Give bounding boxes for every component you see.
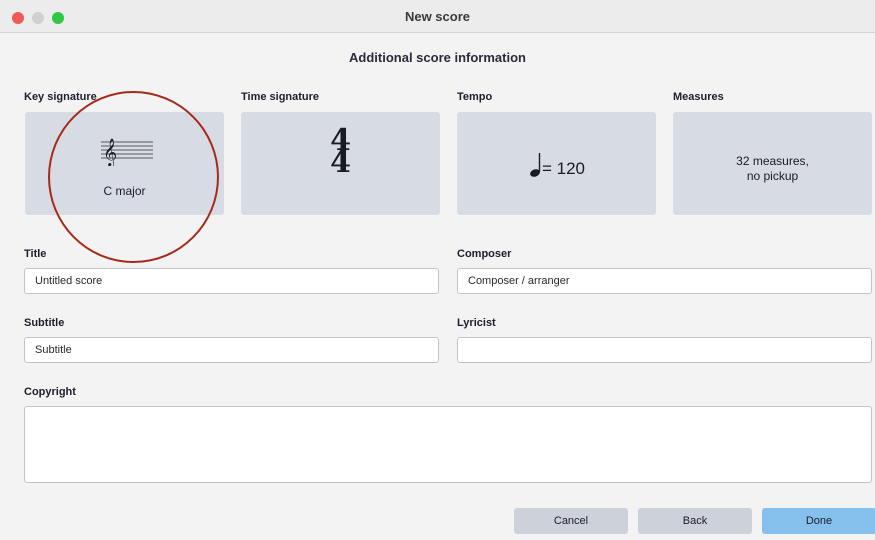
key-signature-label: Key signature	[24, 91, 97, 103]
measures-pickup: no pickup	[746, 169, 799, 183]
tempo-value: = 120	[541, 159, 585, 178]
time-signature-label: Time signature	[241, 91, 320, 103]
svg-text:𝄞: 𝄞	[103, 138, 117, 166]
done-button[interactable]: Done	[762, 508, 875, 534]
window-title: New score	[404, 9, 471, 24]
tempo-card[interactable]: = 120	[457, 112, 656, 215]
key-signature-value: C major	[103, 184, 146, 198]
treble-clef-staff-icon: 𝄞	[101, 138, 153, 166]
measures-display: 32 measures, no pickup	[673, 154, 872, 184]
back-button[interactable]: Back	[638, 508, 752, 534]
page-heading: Additional score information	[349, 50, 526, 65]
title-input[interactable]	[24, 268, 439, 294]
subtitle-label: Subtitle	[24, 317, 65, 329]
key-signature-card[interactable]: 𝄞 C major	[25, 112, 224, 215]
title-bar: New score	[0, 0, 875, 33]
time-signature-denominator: 4	[330, 145, 351, 180]
measures-count: 32 measures,	[736, 154, 809, 168]
composer-label: Composer	[457, 248, 512, 260]
tempo-label: Tempo	[457, 91, 493, 103]
measures-card[interactable]: 32 measures, no pickup	[673, 112, 872, 215]
subtitle-input[interactable]	[24, 337, 439, 363]
measures-label: Measures	[673, 91, 724, 103]
cancel-button[interactable]: Cancel	[514, 508, 628, 534]
title-label: Title	[24, 248, 47, 260]
time-signature-display: 4 4	[241, 126, 440, 180]
composer-input[interactable]	[457, 268, 872, 294]
copyright-label: Copyright	[24, 386, 76, 398]
lyricist-label: Lyricist	[457, 317, 496, 329]
copyright-textarea[interactable]	[24, 406, 872, 483]
lyricist-input[interactable]	[457, 337, 872, 363]
new-score-window: New score Additional score information K…	[0, 0, 875, 540]
tempo-display: = 120	[457, 152, 656, 179]
quarter-note-icon	[530, 153, 541, 177]
time-signature-card[interactable]: 4 4	[241, 112, 440, 215]
